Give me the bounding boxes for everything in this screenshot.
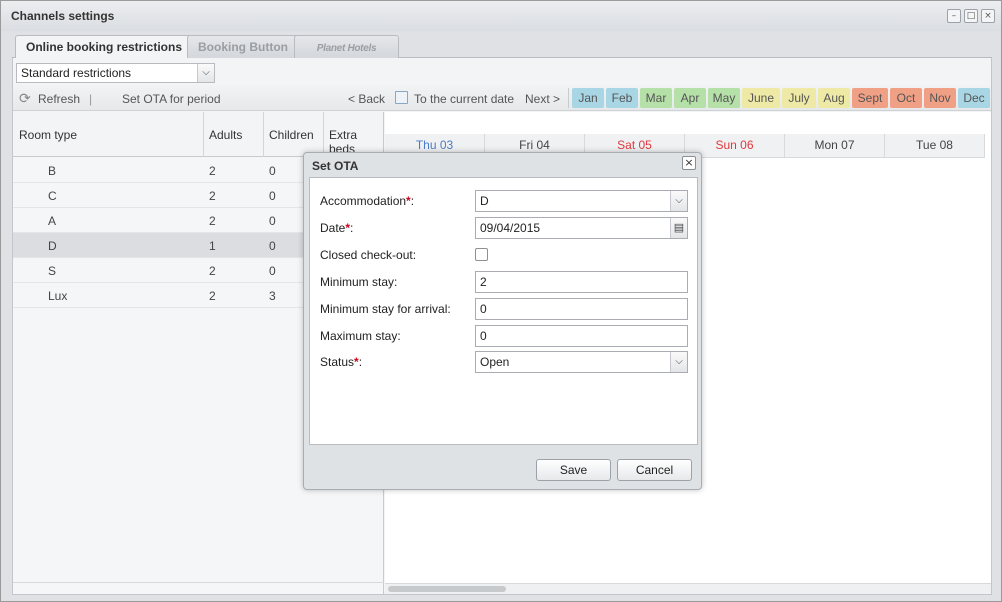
column-divider xyxy=(203,112,204,157)
back-button[interactable]: < Back xyxy=(348,92,385,106)
set-ota-dialog: Set OTA × Accommodation*: D ⌵ Date*: 09/… xyxy=(303,152,702,490)
adults-cell: 2 xyxy=(209,189,216,203)
max-stay-input[interactable]: 0 xyxy=(475,325,688,347)
min-stay-arrival-input[interactable]: 0 xyxy=(475,298,688,320)
next-button[interactable]: Next > xyxy=(525,92,560,106)
tab-strip: Online booking restrictions Booking Butt… xyxy=(12,33,992,60)
adults-cell: 2 xyxy=(209,289,216,303)
month-button-feb[interactable]: Feb xyxy=(606,88,638,108)
adults-cell: 1 xyxy=(209,239,216,253)
month-button-july[interactable]: July xyxy=(782,88,816,108)
column-header-children[interactable]: Children xyxy=(269,128,314,142)
day-header: Tue 08 xyxy=(885,134,985,158)
calendar-picker-icon[interactable]: ▤ xyxy=(670,218,687,238)
toolbar-divider xyxy=(568,88,569,108)
close-window-button[interactable]: × xyxy=(981,9,995,23)
current-date-button[interactable]: To the current date xyxy=(414,92,514,106)
adults-cell: 2 xyxy=(209,214,216,228)
chevron-down-icon: ⌵ xyxy=(670,352,687,372)
status-value: Open xyxy=(480,355,510,369)
room-type-cell: Lux xyxy=(48,289,68,303)
window-title: Channels settings xyxy=(11,9,115,23)
planet-hotels-logo: Planet Hotels xyxy=(316,43,377,54)
month-button-may[interactable]: May xyxy=(708,88,740,108)
channels-settings-window: Channels settings – □ × Online booking r… xyxy=(0,0,1002,602)
set-ota-period-button[interactable]: Set OTA for period xyxy=(122,92,221,106)
maximize-button[interactable]: □ xyxy=(964,9,978,23)
month-button-mar[interactable]: Mar xyxy=(640,88,672,108)
closed-checkout-label: Closed check-out: xyxy=(320,248,417,262)
max-stay-label: Maximum stay: xyxy=(320,329,401,343)
children-cell: 0 xyxy=(269,264,276,278)
dialog-title: Set OTA xyxy=(312,159,359,173)
month-button-oct[interactable]: Oct xyxy=(890,88,922,108)
column-header-room-type[interactable]: Room type xyxy=(19,128,77,142)
grid-header: Room type Adults Children Extra beds xyxy=(13,112,383,157)
refresh-icon[interactable]: ⟳ xyxy=(19,90,31,107)
accommodation-value: D xyxy=(480,194,489,208)
month-button-jan[interactable]: Jan xyxy=(572,88,604,108)
room-type-cell: B xyxy=(48,164,57,178)
tab-booking-button[interactable]: Booking Button xyxy=(187,35,299,59)
grid-footer-line xyxy=(13,582,384,583)
title-bar: Channels settings – □ × xyxy=(1,1,1001,31)
children-cell: 0 xyxy=(269,189,276,203)
chevron-down-icon: ⌵ xyxy=(197,64,214,82)
horizontal-scrollbar[interactable] xyxy=(385,583,991,594)
day-header: Mon 07 xyxy=(785,134,885,158)
calendar-icon[interactable] xyxy=(395,91,408,104)
month-button-aug[interactable]: Aug xyxy=(818,88,850,108)
month-button-sept[interactable]: Sept xyxy=(852,88,888,108)
status-label: Status*: xyxy=(320,355,363,369)
accommodation-select[interactable]: D ⌵ xyxy=(475,190,688,212)
toolbar: ⟳ Refresh | Set OTA for period < Back To… xyxy=(13,85,991,111)
closed-checkout-checkbox[interactable] xyxy=(475,248,488,261)
restriction-type-select[interactable]: Standard restrictions ⌵ xyxy=(16,63,215,83)
date-label: Date*: xyxy=(320,221,354,235)
tab-planet-hotels[interactable]: Planet Hotels xyxy=(294,35,399,59)
min-stay-label: Minimum stay: xyxy=(320,275,398,289)
close-icon[interactable]: × xyxy=(682,156,696,170)
room-type-cell: D xyxy=(48,239,57,253)
accommodation-label: Accommodation*: xyxy=(320,194,415,208)
chevron-down-icon: ⌵ xyxy=(670,191,687,211)
children-cell: 0 xyxy=(269,164,276,178)
room-type-cell: S xyxy=(48,264,57,278)
toolbar-separator: | xyxy=(89,92,93,106)
date-value: 09/04/2015 xyxy=(480,221,541,235)
children-cell: 0 xyxy=(269,239,276,253)
min-stay-arrival-label: Minimum stay for arrival: xyxy=(320,302,451,316)
refresh-button[interactable]: Refresh xyxy=(38,92,80,106)
adults-cell: 2 xyxy=(209,164,216,178)
scrollbar-thumb[interactable] xyxy=(388,586,506,592)
save-button[interactable]: Save xyxy=(536,459,611,481)
cancel-button[interactable]: Cancel xyxy=(617,459,692,481)
room-type-cell: C xyxy=(48,189,57,203)
dialog-form: Accommodation*: D ⌵ Date*: 09/04/2015 ▤ … xyxy=(309,177,698,445)
children-cell: 0 xyxy=(269,214,276,228)
adults-cell: 2 xyxy=(209,264,216,278)
column-divider xyxy=(263,112,264,157)
restriction-type-value: Standard restrictions xyxy=(21,66,132,80)
status-select[interactable]: Open ⌵ xyxy=(475,351,688,373)
children-cell: 3 xyxy=(269,289,276,303)
tab-online-booking-restrictions[interactable]: Online booking restrictions xyxy=(15,35,194,60)
minimize-button[interactable]: – xyxy=(947,9,961,23)
month-button-dec[interactable]: Dec xyxy=(958,88,990,108)
column-header-adults[interactable]: Adults xyxy=(209,128,242,142)
month-button-nov[interactable]: Nov xyxy=(924,88,956,108)
month-button-june[interactable]: June xyxy=(742,88,780,108)
column-divider xyxy=(323,112,324,157)
date-field[interactable]: 09/04/2015 ▤ xyxy=(475,217,688,239)
room-type-cell: A xyxy=(48,214,57,228)
min-stay-input[interactable]: 2 xyxy=(475,271,688,293)
month-button-apr[interactable]: Apr xyxy=(674,88,706,108)
